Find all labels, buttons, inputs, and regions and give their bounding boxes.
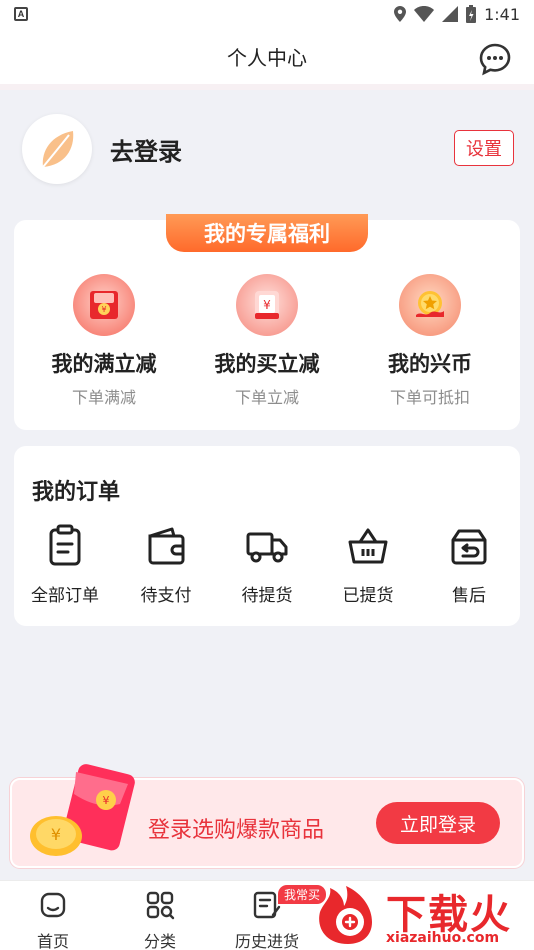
benefit-name: 我的兴币: [388, 353, 472, 376]
coin-star-icon: [399, 274, 461, 336]
orders-card: 我的订单 全部订单 待支付 待提货 已提货 售后: [14, 446, 520, 626]
benefits-card: 我的专属福利 ¥ 我的满立减 下单满减 ¥ 我的买立减 下单立减 我的兴币 下单…: [14, 214, 520, 430]
benefit-name: 我的买立减: [214, 353, 320, 376]
benefit-item-full-discount[interactable]: ¥ 我的满立减 下单满减: [20, 274, 188, 408]
tab-label: 首页: [36, 934, 69, 950]
red-envelope-coin-icon: ¥ ¥: [30, 764, 135, 856]
grid-icon: [146, 891, 175, 920]
orders-title: 我的订单: [32, 479, 121, 504]
login-now-button[interactable]: 立即登录: [376, 802, 500, 844]
status-icons: 1:41: [394, 5, 520, 24]
order-picked-up[interactable]: 已提货: [317, 524, 419, 606]
tab-home[interactable]: 首页: [8, 889, 98, 950]
page-header: 个人中心: [0, 28, 534, 90]
avatar[interactable]: [22, 114, 92, 184]
settings-button[interactable]: 设置: [454, 130, 514, 166]
notification-icon: A: [14, 7, 28, 21]
signal-icon: [442, 6, 459, 22]
order-label: 待提货: [241, 586, 293, 605]
page-title: 个人中心: [227, 47, 307, 70]
home-icon: [40, 892, 66, 918]
tab-category[interactable]: 分类: [115, 889, 205, 950]
tab-label: 分类: [143, 934, 176, 950]
svg-text:¥: ¥: [101, 305, 106, 314]
red-envelope-icon: ¥: [73, 274, 135, 336]
location-icon: [394, 6, 407, 22]
order-label: 已提货: [342, 586, 394, 605]
benefit-item-coins[interactable]: 我的兴币 下单可抵扣: [346, 274, 514, 408]
wifi-icon: [414, 6, 435, 22]
login-banner-text: 登录选购爆款商品: [148, 817, 325, 842]
order-label: 售后: [452, 586, 486, 605]
profile-section: 去登录 设置: [0, 96, 534, 206]
wallet-icon: [148, 527, 185, 565]
benefit-desc: 下单满减: [71, 390, 136, 407]
order-label: 全部订单: [31, 586, 99, 605]
svg-text:¥: ¥: [51, 825, 61, 844]
login-banner[interactable]: ¥ ¥ 登录选购爆款商品 立即登录: [10, 764, 524, 868]
battery-icon: [466, 5, 477, 23]
basket-icon: [348, 528, 388, 564]
svg-text:¥: ¥: [103, 794, 110, 807]
tab-label: 历史进货: [234, 934, 299, 950]
order-pending-pickup[interactable]: 待提货: [216, 524, 318, 606]
benefit-desc: 下单立减: [234, 390, 299, 407]
coupon-icon: ¥: [236, 274, 298, 336]
order-label: 待支付: [140, 586, 192, 605]
status-time: 1:41: [484, 4, 520, 24]
benefits-title: 我的专属福利: [166, 214, 368, 252]
message-icon[interactable]: [478, 42, 512, 76]
benefit-name: 我的满立减: [51, 353, 157, 376]
login-link[interactable]: 去登录: [110, 132, 182, 167]
leaf-avatar-icon: [42, 131, 74, 168]
order-after-sale[interactable]: 售后: [418, 524, 520, 606]
status-bar: A 1:41: [0, 0, 534, 28]
benefit-item-instant-discount[interactable]: ¥ 我的买立减 下单立减: [183, 274, 351, 408]
flame-logo-icon: [319, 886, 372, 944]
order-pending-payment[interactable]: 待支付: [115, 524, 217, 606]
truck-icon: [246, 532, 288, 563]
watermark: 下载火 xiazaihuo.com: [312, 880, 534, 950]
svg-text:¥: ¥: [263, 298, 271, 312]
benefit-desc: 下单可抵扣: [389, 390, 470, 407]
order-all[interactable]: 全部订单: [14, 524, 116, 606]
return-box-icon: [451, 529, 487, 565]
watermark-url: xiazaihuo.com: [386, 930, 500, 946]
clipboard-icon: [49, 524, 81, 566]
